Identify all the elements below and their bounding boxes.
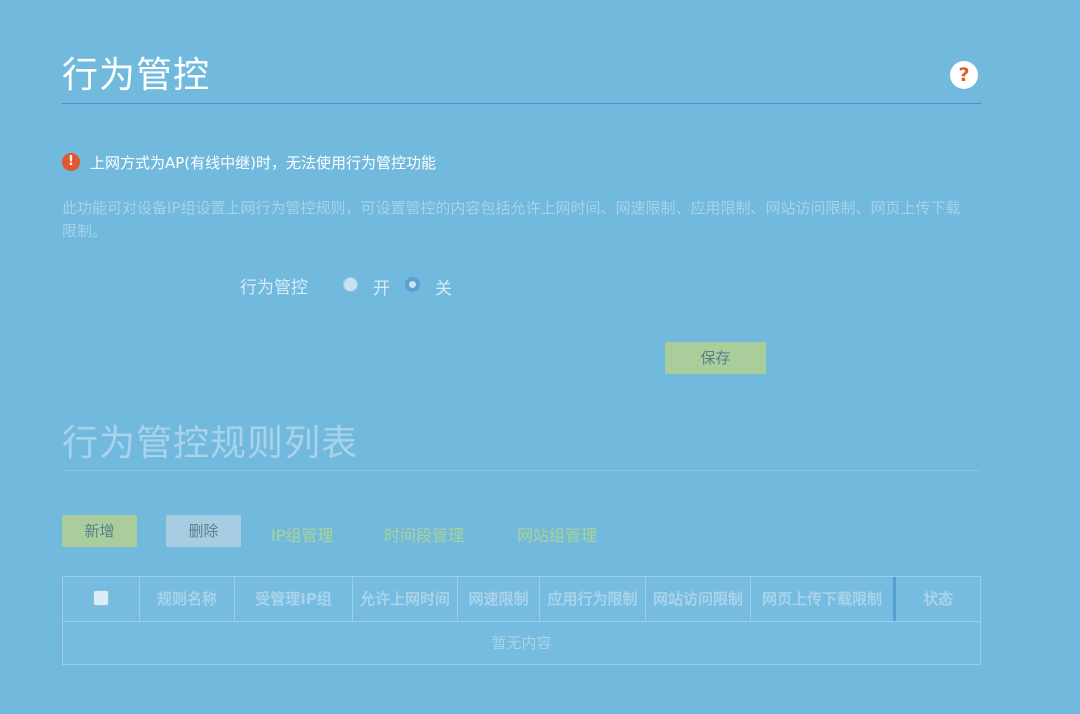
- radio-off-label: 关: [435, 279, 452, 299]
- column-header: 规则名称: [140, 577, 235, 621]
- page-title: 行为管控: [62, 55, 211, 96]
- title-divider: [62, 103, 981, 104]
- radio-off[interactable]: [405, 277, 420, 292]
- rules-list-title: 行为管控规则列表: [62, 423, 359, 464]
- column-header: 网站访问限制: [646, 577, 751, 621]
- column-header: 状态: [922, 590, 953, 608]
- select-all-cell: [63, 577, 140, 621]
- ip-group-link[interactable]: IP组管理: [271, 522, 333, 546]
- warning-row: ! 上网方式为AP(有线中继)时，无法使用行为管控功能: [62, 150, 436, 174]
- radio-on-label: 开: [373, 279, 390, 299]
- warning-icon: !: [62, 153, 80, 171]
- column-header: 网页上传下载限制: [751, 577, 896, 621]
- question-icon[interactable]: ?: [950, 61, 978, 89]
- select-all-checkbox[interactable]: [93, 590, 109, 606]
- behavior-control-label: 行为管控: [240, 278, 308, 298]
- delete-button[interactable]: 删除: [166, 515, 241, 547]
- website-group-link[interactable]: 网站组管理: [517, 522, 597, 546]
- time-period-link[interactable]: 时间段管理: [384, 522, 464, 546]
- add-button[interactable]: 新增: [62, 515, 137, 547]
- column-header: 允许上网时间: [353, 577, 458, 621]
- table-header: 规则名称 受管理IP组 允许上网时间 网速限制 应用行为限制 网站访问限制 网页…: [63, 577, 980, 621]
- warning-text: 上网方式为AP(有线中继)时，无法使用行为管控功能: [90, 153, 437, 172]
- empty-row: 暂无内容: [63, 621, 980, 665]
- save-button[interactable]: 保存: [665, 342, 766, 374]
- radio-on[interactable]: [343, 277, 358, 292]
- column-header: 应用行为限制: [540, 577, 646, 621]
- rules-table: 规则名称 受管理IP组 允许上网时间 网速限制 应用行为限制 网站访问限制 网页…: [62, 576, 981, 665]
- rules-title-divider: [62, 470, 981, 471]
- column-header: 网速限制: [458, 577, 540, 621]
- feature-description: 此功能可对设备IP组设置上网行为管控规则，可设置管控的内容包括允许上网时间、网速…: [62, 199, 961, 240]
- column-header: 受管理IP组: [235, 577, 353, 621]
